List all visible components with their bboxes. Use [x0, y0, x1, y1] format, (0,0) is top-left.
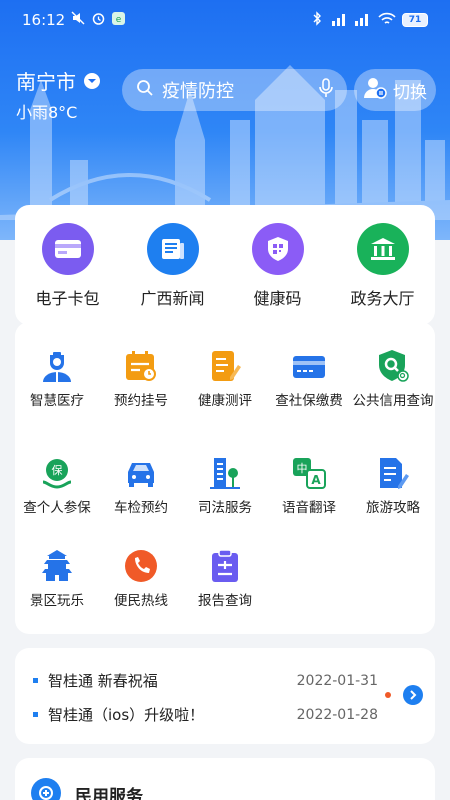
- switch-label: 切换: [393, 82, 427, 103]
- svg-text:中: 中: [297, 462, 308, 475]
- quick-action-label: 广西新闻: [140, 289, 205, 308]
- user-switch-icon: [363, 76, 387, 105]
- announcement-title: 智桂通 新春祝福: [48, 672, 158, 690]
- chevron-down-icon: [84, 72, 100, 89]
- justice-building-icon: [207, 455, 243, 491]
- car-icon: [123, 455, 159, 491]
- bullet-icon: [33, 712, 38, 717]
- service-label: 便民热线: [114, 593, 168, 609]
- signal-hd-icon: [328, 12, 348, 29]
- service-personal-insurance[interactable]: 保 查个人参保: [15, 455, 99, 517]
- civil-services-section: 民用服务: [15, 758, 435, 800]
- health-assessment-icon: [207, 348, 243, 384]
- mute-icon: [71, 11, 85, 29]
- service-label: 车检预约: [114, 500, 168, 516]
- unread-dot-icon: [385, 692, 391, 698]
- search-input[interactable]: 疫情防控: [162, 77, 311, 103]
- weather-text: 小雨8°C: [16, 103, 78, 122]
- search-bar[interactable]: 疫情防控: [122, 69, 347, 111]
- service-health-assessment[interactable]: 健康测评: [183, 348, 267, 410]
- pagoda-icon: [39, 548, 75, 584]
- service-scenic-spots[interactable]: 景区玩乐: [15, 548, 99, 610]
- status-time: 16:12: [22, 11, 66, 29]
- quick-action-gov-hall[interactable]: 政务大厅: [330, 205, 435, 325]
- quick-actions-card: 电子卡包 广西新闻 健康码 政务大厅: [15, 205, 435, 325]
- quick-action-news[interactable]: 广西新闻: [120, 205, 225, 325]
- doctor-icon: [39, 348, 75, 384]
- announcements-card: 智桂通 新春祝福 2022-01-31 智桂通（ios）升级啦！ 2022-01…: [15, 648, 435, 744]
- quick-action-card-wallet[interactable]: 电子卡包: [15, 205, 120, 325]
- bullet-icon: [33, 678, 38, 683]
- battery-icon: 71: [402, 13, 428, 27]
- services-card: 智慧医疗 预约挂号 健康测评 查社保缴费 公共信用查询 保 查个人参保 车检预约…: [15, 322, 435, 634]
- svg-text:A: A: [311, 473, 321, 487]
- insurance-icon: 保: [39, 455, 75, 491]
- card-wallet-icon: [41, 223, 94, 275]
- service-label: 预约挂号: [114, 393, 168, 409]
- announcement-item[interactable]: 智桂通（ios）升级啦！ 2022-01-28: [33, 704, 378, 725]
- quick-action-label: 健康码: [253, 289, 302, 308]
- service-label: 景区玩乐: [30, 593, 84, 609]
- service-label: 报告查询: [198, 593, 252, 609]
- service-public-credit[interactable]: 公共信用查询: [351, 348, 435, 410]
- service-label: 语音翻译: [282, 500, 336, 516]
- service-appointment[interactable]: 预约挂号: [99, 348, 183, 410]
- switch-account-button[interactable]: 切换: [354, 69, 436, 111]
- newspaper-icon: [146, 223, 199, 275]
- clipboard-report-icon: [207, 548, 243, 584]
- service-hotline[interactable]: 便民热线: [99, 548, 183, 610]
- service-label: 查社保缴费: [275, 393, 343, 409]
- microphone-icon[interactable]: [319, 77, 333, 103]
- svg-text:保: 保: [52, 463, 63, 477]
- location-selector[interactable]: 南宁市 小雨8°C: [16, 66, 100, 123]
- service-smart-medical[interactable]: 智慧医疗: [15, 348, 99, 410]
- quick-action-label: 电子卡包: [35, 289, 100, 308]
- service-report-query[interactable]: 报告查询: [183, 548, 267, 610]
- travel-guide-icon: [375, 455, 411, 491]
- announcement-item[interactable]: 智桂通 新春祝福 2022-01-31: [33, 670, 378, 691]
- service-social-security[interactable]: 查社保缴费: [267, 348, 351, 410]
- app-notification-icon: e: [112, 11, 126, 29]
- government-hall-icon: [356, 223, 409, 275]
- service-voice-translation[interactable]: 中A 语音翻译: [267, 455, 351, 517]
- quick-action-label: 政务大厅: [350, 289, 415, 308]
- service-label: 健康测评: [198, 393, 252, 409]
- announcement-date: 2022-01-28: [296, 706, 378, 723]
- qr-code-icon: [251, 223, 304, 275]
- wifi-icon: [378, 12, 396, 29]
- credit-shield-icon: [375, 348, 411, 384]
- signal-icon: [354, 12, 372, 29]
- section-title: 民用服务: [75, 787, 143, 800]
- announcement-title: 智桂通（ios）升级啦！: [48, 706, 205, 724]
- status-bar: 16:12 e 71: [0, 0, 450, 40]
- city-name: 南宁市: [16, 70, 76, 94]
- bluetooth-icon: [312, 11, 322, 29]
- phone-icon: [123, 548, 159, 584]
- service-label: 查个人参保: [23, 500, 91, 516]
- service-vehicle-inspection[interactable]: 车检预约: [99, 455, 183, 517]
- alarm-icon: [91, 11, 106, 30]
- service-label: 旅游攻略: [366, 500, 420, 516]
- service-label: 司法服务: [198, 500, 252, 516]
- announcement-date: 2022-01-31: [296, 672, 378, 689]
- plus-circle-icon: [31, 778, 61, 800]
- service-judicial[interactable]: 司法服务: [183, 455, 267, 517]
- chevron-right-icon[interactable]: [403, 685, 423, 705]
- translate-icon: 中A: [291, 455, 327, 491]
- svg-text:e: e: [116, 15, 122, 25]
- search-icon: [136, 79, 154, 102]
- service-label: 智慧医疗: [30, 393, 84, 409]
- quick-action-health-code[interactable]: 健康码: [225, 205, 330, 325]
- service-travel-guide[interactable]: 旅游攻略: [351, 455, 435, 517]
- calendar-icon: [123, 348, 159, 384]
- service-label: 公共信用查询: [352, 393, 434, 409]
- social-security-card-icon: [291, 348, 327, 384]
